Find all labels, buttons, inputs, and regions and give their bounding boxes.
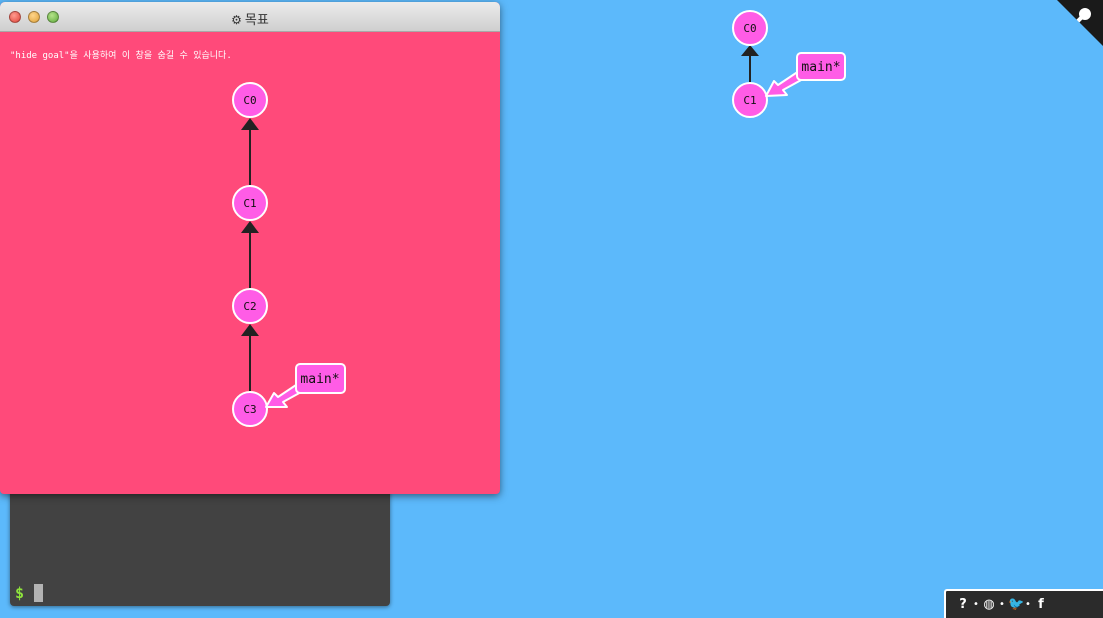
goal-commit-c0: C0 bbox=[232, 82, 268, 118]
edge-arrowhead bbox=[241, 221, 259, 233]
commit-node-c0[interactable]: C0 bbox=[732, 10, 768, 46]
goal-visualization: C0 C1 C2 C3 main* bbox=[232, 82, 346, 427]
link-separator: • bbox=[1025, 599, 1031, 610]
goal-commit-c3: C3 bbox=[232, 391, 268, 427]
goal-window[interactable]: ⚙ 목표 "hide goal"을 사용하여 이 창을 숨길 수 있습니다. C0… bbox=[0, 2, 500, 494]
svg-text:C3: C3 bbox=[243, 403, 256, 416]
facebook-icon[interactable]: f bbox=[1034, 597, 1048, 612]
globe-icon[interactable]: ◍ bbox=[982, 597, 996, 612]
svg-text:main*: main* bbox=[300, 372, 339, 387]
text-cursor bbox=[34, 584, 43, 602]
twitter-icon[interactable]: 🐦 bbox=[1008, 597, 1024, 612]
goal-branch-label-main: main* bbox=[295, 363, 346, 394]
corner-ribbon[interactable] bbox=[1057, 0, 1103, 46]
edge-arrowhead bbox=[241, 118, 259, 130]
goal-commit-c2: C2 bbox=[232, 288, 268, 324]
link-separator: • bbox=[999, 599, 1005, 610]
svg-text:C1: C1 bbox=[743, 94, 756, 107]
prompt-sign: $ bbox=[15, 584, 25, 602]
svg-text:C1: C1 bbox=[243, 197, 256, 210]
svg-text:main*: main* bbox=[801, 60, 840, 75]
help-icon[interactable]: ? bbox=[956, 597, 970, 612]
branch-label-main[interactable]: main* bbox=[796, 52, 846, 81]
link-separator: • bbox=[973, 599, 979, 610]
command-terminal[interactable]: $ bbox=[10, 478, 390, 606]
svg-text:C0: C0 bbox=[243, 94, 256, 107]
edge-arrowhead bbox=[241, 324, 259, 336]
footer-links: ? • ◍ • 🐦 • f bbox=[944, 589, 1103, 618]
commit-node-c1[interactable]: C1 bbox=[732, 82, 768, 118]
svg-text:C2: C2 bbox=[243, 300, 256, 313]
svg-text:C0: C0 bbox=[743, 22, 756, 35]
edge-arrowhead bbox=[741, 45, 759, 56]
goal-commit-c1: C1 bbox=[232, 185, 268, 221]
